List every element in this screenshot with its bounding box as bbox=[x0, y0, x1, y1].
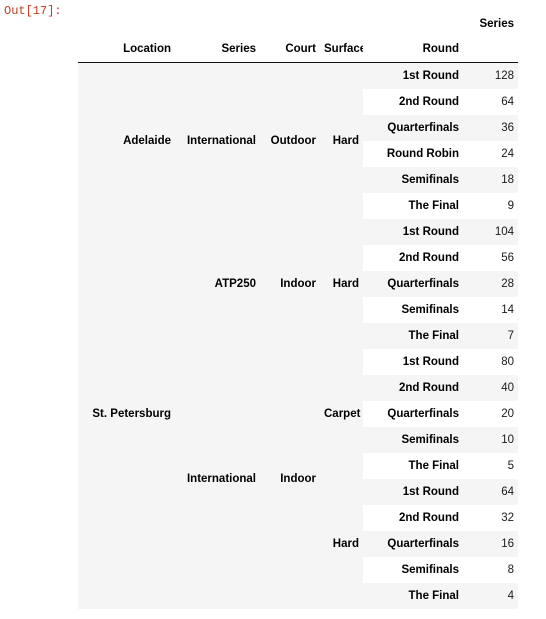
index-cell-round: 2nd Round bbox=[363, 245, 463, 271]
column-header-series-value: Series bbox=[463, 12, 518, 36]
column-header-round: Round bbox=[363, 36, 463, 63]
index-cell-round: 2nd Round bbox=[363, 375, 463, 401]
output-prompt: Out[17]: bbox=[4, 4, 62, 18]
index-cell-court: Indoor bbox=[260, 219, 320, 349]
index-cell-round: 1st Round bbox=[363, 479, 463, 505]
value-cell-series: 7 bbox=[463, 323, 518, 349]
index-cell-location: St. Petersburg bbox=[78, 219, 175, 609]
value-cell-series: 32 bbox=[463, 505, 518, 531]
dataframe-table: Series Location Series Court Surface Rou… bbox=[78, 12, 518, 609]
value-cell-series: 64 bbox=[463, 479, 518, 505]
index-cell-round: Quarterfinals bbox=[363, 531, 463, 557]
index-cell-surface: Hard bbox=[320, 62, 363, 219]
index-cell-round: Semifinals bbox=[363, 167, 463, 193]
value-cell-series: 4 bbox=[463, 583, 518, 609]
column-header-court: Court bbox=[260, 36, 320, 63]
value-cell-series: 10 bbox=[463, 427, 518, 453]
value-cell-series: 36 bbox=[463, 115, 518, 141]
index-cell-round: Round Robin bbox=[363, 141, 463, 167]
header-spacer bbox=[320, 12, 363, 36]
value-cell-series: 104 bbox=[463, 219, 518, 245]
value-cell-series: 56 bbox=[463, 245, 518, 271]
column-header-series: Series bbox=[175, 36, 260, 63]
index-cell-round: Quarterfinals bbox=[363, 271, 463, 297]
index-cell-round: Semifinals bbox=[363, 427, 463, 453]
value-cell-series: 14 bbox=[463, 297, 518, 323]
index-cell-round: The Final bbox=[363, 453, 463, 479]
index-cell-series: ATP250 bbox=[175, 219, 260, 349]
header-spacer bbox=[260, 12, 320, 36]
index-cell-round: 1st Round bbox=[363, 219, 463, 245]
dataframe-output: Series Location Series Court Surface Rou… bbox=[78, 12, 518, 609]
value-cell-series: 40 bbox=[463, 375, 518, 401]
index-cell-round: 2nd Round bbox=[363, 505, 463, 531]
value-cell-series: 64 bbox=[463, 89, 518, 115]
value-cell-series: 28 bbox=[463, 271, 518, 297]
value-cell-series: 128 bbox=[463, 62, 518, 89]
index-cell-round: 1st Round bbox=[363, 349, 463, 375]
table-header: Series Location Series Court Surface Rou… bbox=[78, 12, 518, 63]
value-cell-series: 16 bbox=[463, 531, 518, 557]
table-body: Adelaide International Outdoor Hard 1st Roun… bbox=[78, 62, 518, 609]
index-cell-series: International bbox=[175, 349, 260, 609]
value-cell-series: 80 bbox=[463, 349, 518, 375]
index-cell-court: Indoor bbox=[260, 349, 320, 609]
header-spacer bbox=[78, 12, 175, 36]
index-cell-surface: Hard bbox=[320, 219, 363, 349]
header-row-index-names: Location Series Court Surface Round bbox=[78, 36, 518, 63]
column-header-surface: Surface bbox=[320, 36, 363, 63]
index-cell-round: The Final bbox=[363, 193, 463, 219]
value-cell-series: 5 bbox=[463, 453, 518, 479]
header-spacer bbox=[363, 12, 463, 36]
header-spacer bbox=[463, 36, 518, 63]
index-cell-round: 1st Round bbox=[363, 62, 463, 89]
column-header-location: Location bbox=[78, 36, 175, 63]
header-row-value-name: Series bbox=[78, 12, 518, 36]
index-cell-round: 2nd Round bbox=[363, 89, 463, 115]
table-row: St. Petersburg ATP250 Indoor Hard 1st Round 1… bbox=[78, 219, 518, 609]
index-cell-series: International bbox=[175, 62, 260, 219]
header-spacer bbox=[175, 12, 260, 36]
index-cell-round: Semifinals bbox=[363, 297, 463, 323]
index-cell-surface: Hard bbox=[320, 479, 363, 609]
value-cell-series: 18 bbox=[463, 167, 518, 193]
value-cell-series: 20 bbox=[463, 401, 518, 427]
value-cell-series: 8 bbox=[463, 557, 518, 583]
index-cell-round: The Final bbox=[363, 323, 463, 349]
index-cell-round: The Final bbox=[363, 583, 463, 609]
index-cell-round: Quarterfinals bbox=[363, 115, 463, 141]
index-cell-court: Outdoor bbox=[260, 62, 320, 219]
index-cell-round: Semifinals bbox=[363, 557, 463, 583]
value-cell-series: 9 bbox=[463, 193, 518, 219]
table-row: Adelaide International Outdoor Hard 1st Roun… bbox=[78, 62, 518, 219]
index-cell-surface: Carpet bbox=[320, 349, 363, 479]
index-cell-round: Quarterfinals bbox=[363, 401, 463, 427]
index-cell-location: Adelaide bbox=[78, 62, 175, 219]
value-cell-series: 24 bbox=[463, 141, 518, 167]
